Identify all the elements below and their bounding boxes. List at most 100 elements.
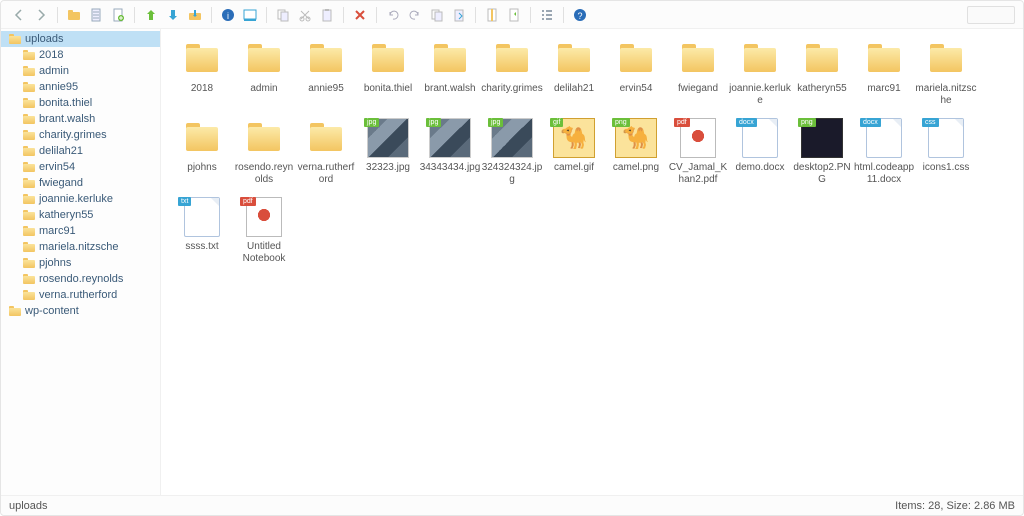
move-icon[interactable] [449,5,469,25]
grid-item[interactable]: joannie.kerluke [729,39,791,106]
grid-item[interactable]: verna.rutherford [295,118,357,185]
tree-item[interactable]: verna.rutherford [1,287,160,303]
ext-badge: css [922,118,939,127]
item-label: rosendo.reynolds [233,162,295,185]
item-thumbnail [240,39,288,79]
grid-item[interactable]: mariela.nitzsche [915,39,977,106]
undo-icon[interactable] [383,5,403,25]
ext-badge: jpg [426,118,441,127]
folder-icon [23,226,35,236]
grid-item[interactable]: bonita.thiel [357,39,419,106]
extract-icon[interactable] [504,5,524,25]
tree-item[interactable]: wp-content [1,303,160,319]
tree-item[interactable]: annie95 [1,79,160,95]
tree-item[interactable]: fwiegand [1,175,160,191]
separator [57,7,58,23]
folder-icon[interactable] [64,5,84,25]
info-icon[interactable]: i [218,5,238,25]
grid-item[interactable]: brant.walsh [419,39,481,106]
paste-icon[interactable] [317,5,337,25]
grid-item[interactable]: rosendo.reynolds [233,118,295,185]
grid-item[interactable]: ervin54 [605,39,667,106]
cut-icon[interactable] [295,5,315,25]
grid-item[interactable]: jpg324324324.jpg [481,118,543,185]
item-label: 2018 [171,83,233,95]
toolbar: i? [1,1,1023,29]
status-path: uploads [9,500,48,512]
copy2-icon[interactable] [427,5,447,25]
grid-item[interactable]: pngdesktop2.PNG [791,118,853,185]
grid-item[interactable]: gifcamel.gif [543,118,605,185]
back-icon[interactable] [9,5,29,25]
grid-item[interactable]: cssicons1.css [915,118,977,185]
item-thumbnail [674,39,722,79]
redo-icon[interactable] [405,5,425,25]
copy-icon[interactable] [273,5,293,25]
grid-item[interactable]: fwiegand [667,39,729,106]
ext-badge: jpg [364,118,379,127]
tree-item[interactable]: joannie.kerluke [1,191,160,207]
grid-item[interactable]: pdfCV_Jamal_Khan2.pdf [667,118,729,185]
item-label: ssss.txt [171,241,233,253]
forward-icon[interactable] [31,5,51,25]
item-thumbnail [488,39,536,79]
grid-item[interactable]: jpg32323.jpg [357,118,419,185]
grid-item[interactable]: annie95 [295,39,357,106]
tree-item[interactable]: katheryn55 [1,207,160,223]
tree-item[interactable]: pjohns [1,255,160,271]
grid-item[interactable]: admin [233,39,295,106]
separator [211,7,212,23]
download-icon[interactable] [163,5,183,25]
tree-item[interactable]: 2018 [1,47,160,63]
tree-item[interactable]: uploads [1,31,160,47]
archive-icon[interactable] [482,5,502,25]
grid-item[interactable]: docxhtml.codeapp11.docx [853,118,915,185]
tree-item[interactable]: delilah21 [1,143,160,159]
separator [530,7,531,23]
new-icon[interactable] [108,5,128,25]
item-label: ervin54 [605,83,667,95]
tree-item[interactable]: brant.walsh [1,111,160,127]
list-icon[interactable] [537,5,557,25]
grid-item[interactable]: katheryn55 [791,39,853,106]
tree-item[interactable]: charity.grimes [1,127,160,143]
grid-item[interactable]: txtssss.txt [171,197,233,264]
statusbar: uploads Items: 28, Size: 2.86 MB [1,495,1023,515]
grid-item[interactable]: jpg34343434.jpg [419,118,481,185]
item-thumbnail: jpg [426,118,474,158]
tree-item[interactable]: bonita.thiel [1,95,160,111]
delete-icon[interactable] [350,5,370,25]
grid-item[interactable]: delilah21 [543,39,605,106]
help-icon[interactable]: ? [570,5,590,25]
tree-item[interactable]: rosendo.reynolds [1,271,160,287]
search-input[interactable] [967,6,1015,24]
separator [475,7,476,23]
folder-icon [23,66,35,76]
tree-item[interactable]: marc91 [1,223,160,239]
document-icon[interactable] [86,5,106,25]
item-thumbnail [550,39,598,79]
item-thumbnail: pdf [240,197,288,237]
grid-item[interactable]: 2018 [171,39,233,106]
tree-label: brant.walsh [39,113,95,125]
item-thumbnail: pdf [674,118,722,158]
tree-label: admin [39,65,69,77]
tree-item[interactable]: admin [1,63,160,79]
grid-item[interactable]: pjohns [171,118,233,185]
grid-item[interactable]: docxdemo.docx [729,118,791,185]
download-folder-icon[interactable] [185,5,205,25]
tree-label: 2018 [39,49,63,61]
tree-item[interactable]: mariela.nitzsche [1,239,160,255]
preview-icon[interactable] [240,5,260,25]
item-thumbnail [922,39,970,79]
folder-icon [23,194,35,204]
item-label: brant.walsh [419,83,481,95]
item-label: Untitled Notebook [233,241,295,264]
grid-item[interactable]: pdf Untitled Notebook [233,197,295,264]
upload-icon[interactable] [141,5,161,25]
grid-item[interactable]: marc91 [853,39,915,106]
grid-item[interactable]: charity.grimes [481,39,543,106]
item-thumbnail: jpg [364,118,412,158]
tree-item[interactable]: ervin54 [1,159,160,175]
grid-item[interactable]: pngcamel.png [605,118,667,185]
